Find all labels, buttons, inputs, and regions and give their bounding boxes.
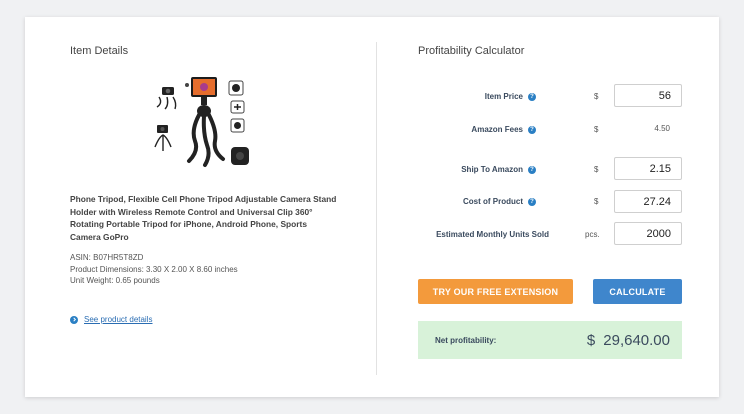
item-price-currency: $ <box>594 92 599 101</box>
monthly-units-unit: pcs. <box>585 230 600 239</box>
ship-to-amazon-input[interactable] <box>614 157 682 180</box>
cost-of-product-input[interactable] <box>614 190 682 213</box>
amazon-fees-label: Amazon Fees <box>471 125 523 134</box>
monthly-units-label: Estimated Monthly Units Sold <box>436 230 549 239</box>
item-price-row: Item Price ? <box>485 92 536 101</box>
help-icon[interactable]: ? <box>528 197 536 206</box>
monthly-units-row: Estimated Monthly Units Sold <box>436 230 549 239</box>
net-profitability-value-group: $29,640.00 <box>587 332 670 349</box>
product-dimensions: Product Dimensions: 3.30 X 2.00 X 8.60 i… <box>70 265 238 274</box>
net-profitability-label: Net profitability: <box>435 335 497 345</box>
net-profitability-value: 29,640.00 <box>603 331 670 349</box>
column-divider <box>376 42 377 375</box>
help-icon[interactable]: ? <box>528 165 536 174</box>
cost-of-product-label: Cost of Product <box>463 197 523 206</box>
product-asin: ASIN: B07HR5T8ZD <box>70 253 144 262</box>
cost-of-product-currency: $ <box>594 197 599 206</box>
item-price-input[interactable] <box>614 84 682 107</box>
product-name: Phone Tripod, Flexible Cell Phone Tripod… <box>70 194 337 242</box>
calculator-card: Item Details Phone Tripod, Flexible Cell… <box>25 17 719 397</box>
help-icon[interactable]: ? <box>528 125 536 134</box>
amazon-fees-value: 4.50 <box>654 124 670 133</box>
try-free-extension-button[interactable]: TRY OUR FREE EXTENSION <box>418 279 573 304</box>
product-image <box>154 77 249 167</box>
help-icon[interactable]: ? <box>528 92 536 101</box>
see-product-details-link[interactable]: See product details <box>70 315 153 324</box>
net-profitability-panel: Net profitability: $29,640.00 <box>418 321 682 359</box>
net-profitability-currency: $ <box>586 331 596 349</box>
monthly-units-input[interactable] <box>614 222 682 245</box>
calculate-button[interactable]: CALCULATE <box>593 279 682 304</box>
profitability-calculator-title: Profitability Calculator <box>418 45 525 57</box>
see-product-details-label[interactable]: See product details <box>84 315 153 324</box>
amazon-fees-currency: $ <box>594 125 599 134</box>
cost-of-product-row: Cost of Product ? <box>463 197 536 206</box>
item-details-title: Item Details <box>70 45 129 57</box>
item-price-label: Item Price <box>484 92 523 101</box>
amazon-fees-row: Amazon Fees ? <box>471 125 536 134</box>
ship-to-amazon-label: Ship To Amazon <box>461 165 523 174</box>
ship-to-amazon-row: Ship To Amazon ? <box>461 165 536 174</box>
product-weight: Unit Weight: 0.65 pounds <box>70 276 160 285</box>
chevron-right-icon <box>70 315 78 324</box>
ship-to-amazon-currency: $ <box>594 165 599 174</box>
